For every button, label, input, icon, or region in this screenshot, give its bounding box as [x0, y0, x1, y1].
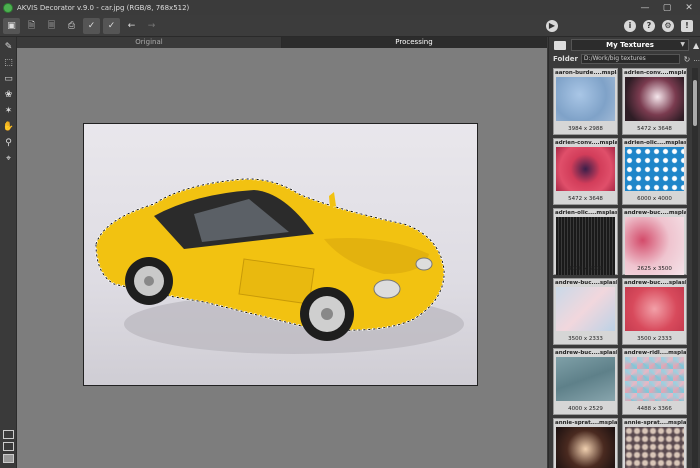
textures-panel: My Textures ▼ ▲ Folder D:/Work/big textu…: [548, 37, 700, 468]
title-bar: AKVIS Decorator v.9.0 - car.jpg (RGB/8, …: [0, 0, 700, 15]
open-file-icon[interactable]: 🗎: [23, 18, 40, 34]
texture-thumbnail: [625, 147, 684, 191]
texture-thumbnail: [625, 427, 684, 468]
texture-thumbnail: [556, 427, 615, 468]
app-logo-icon: [3, 2, 13, 13]
car-photo[interactable]: [83, 123, 478, 386]
maximize-icon[interactable]: ▢: [656, 0, 678, 15]
texture-thumbnail: [556, 287, 615, 331]
texture-item[interactable]: adrien-conv....msplash.jpg 5472 x 3648: [553, 138, 618, 205]
undo-icon[interactable]: ←: [123, 18, 140, 34]
zoom-icon[interactable]: ⚲: [2, 136, 15, 149]
split-view-icon[interactable]: [3, 442, 14, 451]
main-toolbar: ▣ 🗎 🗏 ⎙ ✓ ✓ ← → ▶ i ? ⚙ !: [0, 15, 700, 37]
car-illustration: [94, 177, 464, 354]
crop-icon[interactable]: ⌖: [2, 152, 15, 165]
info-icon[interactable]: i: [624, 19, 636, 32]
texture-item[interactable]: aaron-burde....msplash.jpg 3984 x 2988: [553, 68, 618, 135]
window-title: AKVIS Decorator v.9.0 - car.jpg (RGB/8, …: [17, 3, 190, 12]
background-color-icon[interactable]: [3, 454, 14, 463]
run-icon[interactable]: ▶: [546, 19, 558, 32]
texture-item[interactable]: andrew-buc....msplash.jpg 2625 x 3500: [622, 208, 687, 275]
print-icon[interactable]: ⎙: [63, 18, 80, 34]
texture-item[interactable]: andrew-buc....splash.jpg 4000 x 2529: [553, 348, 618, 415]
hand-icon[interactable]: ✋: [2, 120, 15, 133]
texture-item[interactable]: annie-sprat....msplash.jpg: [553, 418, 618, 468]
texture-item[interactable]: andrew-ridl....msplash.jpg 4488 x 3366: [622, 348, 687, 415]
texture-thumbnail: [556, 77, 615, 121]
texture-thumbnail: [625, 77, 684, 121]
tools-panel: ✎ ⬚ ▭ ❀ ✶ ✋ ⚲ ⌖: [0, 37, 17, 468]
texture-category-value: My Textures: [606, 41, 654, 49]
tab-processing[interactable]: Processing: [282, 37, 547, 48]
texture-item[interactable]: adrien-conv....msplash.jpg 5472 x 3648: [622, 68, 687, 135]
texture-thumbnail: [625, 287, 684, 331]
view-tabs: Original Processing: [17, 37, 547, 48]
home-icon[interactable]: ▣: [3, 17, 20, 34]
save-strokes-icon[interactable]: ✓: [103, 17, 120, 34]
tab-original[interactable]: Original: [17, 37, 282, 48]
folder-icon[interactable]: [554, 40, 566, 50]
help-icon[interactable]: ?: [643, 19, 655, 32]
texture-thumbnail: [556, 357, 615, 401]
minimize-icon[interactable]: —: [634, 0, 656, 15]
view-mode-icon[interactable]: [3, 430, 14, 439]
brush-icon[interactable]: ✎: [2, 40, 15, 53]
redo-icon[interactable]: →: [143, 18, 160, 34]
save-file-icon[interactable]: 🗏: [43, 18, 60, 34]
eraser-icon[interactable]: ▭: [2, 72, 15, 85]
scrollbar-thumb[interactable]: [693, 80, 697, 126]
texture-scrollbar[interactable]: [692, 68, 698, 468]
upload-icon[interactable]: ▲: [693, 41, 699, 50]
texture-item[interactable]: adrien-olic....msplash.jpg 4000 x 6000: [553, 208, 618, 275]
texture-item[interactable]: andrew-buc....splash.jpg 3500 x 2333: [553, 278, 618, 345]
notifications-icon[interactable]: !: [681, 19, 693, 32]
texture-item[interactable]: annie-sprat....msplash.jpg: [622, 418, 687, 468]
folder-label: Folder: [553, 55, 578, 63]
image-canvas[interactable]: [17, 48, 547, 468]
texture-thumbnail: [556, 147, 615, 191]
load-strokes-icon[interactable]: ✓: [83, 17, 100, 34]
feather-icon[interactable]: ❀: [2, 88, 15, 101]
texture-item[interactable]: andrew-buc....splash.jpg 3500 x 2333: [622, 278, 687, 345]
texture-category-select[interactable]: My Textures ▼: [571, 39, 689, 51]
magic-wand-icon[interactable]: ✶: [2, 104, 15, 117]
texture-grid: aaron-burde....msplash.jpg 3984 x 2988 a…: [553, 68, 689, 468]
browse-icon[interactable]: ...: [693, 55, 700, 63]
settings-gear-icon[interactable]: ⚙: [662, 19, 674, 32]
close-icon[interactable]: ✕: [678, 0, 700, 15]
refresh-icon[interactable]: ↻: [684, 55, 691, 64]
selection-rect-icon[interactable]: ⬚: [2, 56, 15, 69]
texture-thumbnail: [625, 357, 684, 401]
folder-path-field[interactable]: D:/Work/big textures: [580, 54, 680, 64]
texture-item[interactable]: adrien-olic....msplash.jpg 6000 x 4000: [622, 138, 687, 205]
chevron-down-icon: ▼: [680, 41, 685, 48]
